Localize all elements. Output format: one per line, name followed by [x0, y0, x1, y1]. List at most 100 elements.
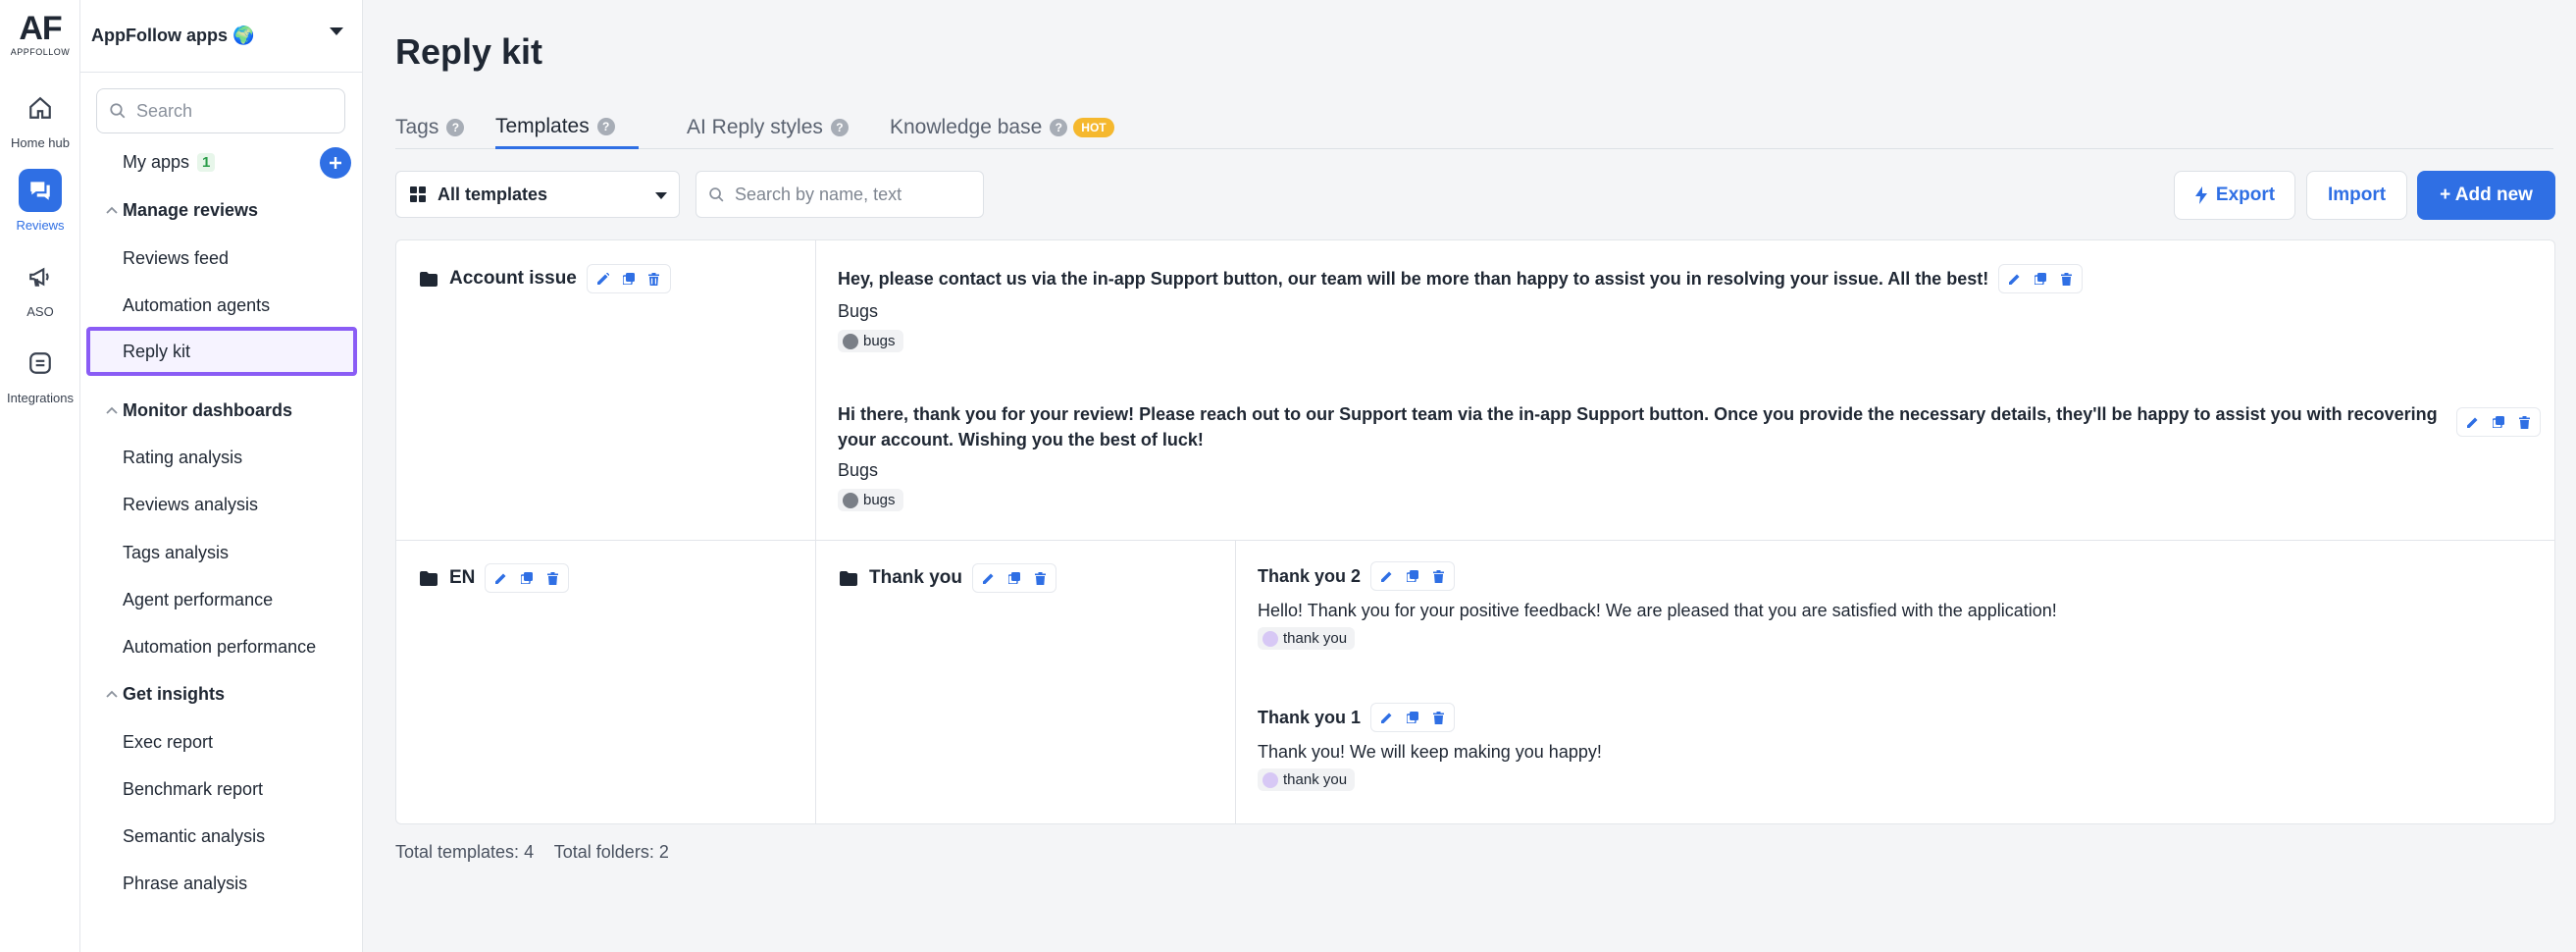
reviews-icon: [19, 169, 62, 212]
sidebar-item-reply-kit[interactable]: Reply kit: [86, 327, 357, 376]
home-icon: [19, 86, 62, 130]
sidebar-search[interactable]: [96, 88, 345, 133]
lightning-icon: [2194, 186, 2207, 204]
tag-label: bugs: [863, 492, 896, 508]
help-icon[interactable]: ?: [1050, 119, 1068, 136]
page-title: Reply kit: [395, 31, 543, 72]
copy-icon[interactable]: [1403, 708, 1422, 727]
rail-item-home-hub[interactable]: Home hub: [0, 86, 80, 150]
template-search-input[interactable]: [735, 184, 970, 205]
rail-item-aso[interactable]: ASO: [0, 255, 80, 319]
edit-icon[interactable]: [2463, 412, 2483, 432]
export-button[interactable]: Export: [2174, 171, 2295, 220]
tag-chip: bugs: [838, 330, 903, 352]
trash-icon[interactable]: [1030, 568, 1050, 588]
hot-badge: HOT: [1073, 118, 1114, 137]
edit-icon[interactable]: [491, 568, 511, 588]
edit-icon[interactable]: [1377, 566, 1397, 586]
sidebar-search-input[interactable]: [136, 100, 323, 122]
edit-icon[interactable]: [593, 269, 613, 289]
sidebar-item-exec-report[interactable]: Exec report: [100, 722, 345, 762]
sidebar-item-rating-analysis[interactable]: Rating analysis: [100, 438, 345, 477]
sidebar-item-phrase-analysis[interactable]: Phrase analysis: [100, 864, 345, 903]
appfollow-logo[interactable]: AF APPFOLLOW: [0, 12, 80, 57]
sidebar-item-label: My apps: [123, 151, 190, 172]
template-item[interactable]: Hey, please contact us via the in-app Su…: [838, 264, 2505, 354]
sidebar-item-label: Phrase analysis: [123, 873, 248, 893]
trash-icon[interactable]: [1428, 566, 1448, 586]
trash-icon[interactable]: [2514, 412, 2534, 432]
sidebar-item-reviews-analysis[interactable]: Reviews analysis: [100, 485, 345, 524]
tab-label: Templates: [495, 114, 590, 137]
row-divider: [396, 540, 2554, 541]
sidebar-item-automation-agents[interactable]: Automation agents: [100, 286, 345, 325]
folder-thank-you[interactable]: Thank you: [840, 563, 1057, 593]
caret-down-icon: [330, 27, 343, 35]
rail-item-reviews[interactable]: Reviews: [0, 169, 80, 233]
tag-label: bugs: [863, 333, 896, 349]
template-actions: [1370, 561, 1456, 591]
help-icon[interactable]: ?: [596, 117, 615, 135]
template-title: Thank you 1: [1258, 708, 1362, 727]
sidebar-item-label: Benchmark report: [123, 778, 264, 799]
tag-chip: bugs: [838, 489, 903, 511]
copy-icon[interactable]: [1005, 568, 1024, 588]
template-search[interactable]: [696, 171, 984, 218]
templates-table: Account issue Hey, please contact us via…: [395, 239, 2555, 824]
trash-icon[interactable]: [2056, 269, 2076, 289]
tab-knowledge-base[interactable]: Knowledge base ? HOT: [890, 106, 1114, 149]
sidebar-item-my-apps[interactable]: My apps 1: [100, 142, 345, 182]
section-get-insights[interactable]: Get insights: [100, 674, 345, 714]
sidebar-item-reviews-feed[interactable]: Reviews feed: [100, 238, 345, 278]
tag-label: thank you: [1283, 771, 1348, 788]
add-new-button[interactable]: + Add new: [2417, 171, 2555, 220]
sidebar-item-tags-analysis[interactable]: Tags analysis: [100, 533, 345, 572]
sidebar-item-semantic-analysis[interactable]: Semantic analysis: [100, 817, 345, 856]
copy-icon[interactable]: [2031, 269, 2050, 289]
template-item[interactable]: Thank you 1 Thank you! We will keep maki…: [1258, 703, 2513, 793]
template-filter-select[interactable]: All templates: [395, 171, 680, 218]
template-item[interactable]: Hi there, thank you for your review! Ple…: [838, 401, 2447, 513]
rail-item-integrations[interactable]: Integrations: [0, 342, 80, 405]
account-switcher[interactable]: AppFollow apps 🌍: [80, 0, 363, 73]
help-icon[interactable]: ?: [830, 119, 849, 136]
sidebar-item-automation-performance[interactable]: Automation performance: [100, 627, 345, 666]
template-actions: [1998, 264, 2084, 293]
tag-chip: thank you: [1258, 768, 1356, 791]
edit-icon[interactable]: [1377, 708, 1397, 727]
folder-en[interactable]: EN: [420, 563, 570, 593]
section-monitor-dashboards[interactable]: Monitor dashboards: [100, 391, 345, 430]
copy-icon[interactable]: [517, 568, 537, 588]
template-title: Thank you 2: [1258, 566, 1362, 586]
edit-icon[interactable]: [2005, 269, 2025, 289]
grid-icon: [410, 186, 426, 202]
template-item[interactable]: Thank you 2 Hello! Thank you for your po…: [1258, 561, 2513, 652]
tab-ai-reply-styles[interactable]: AI Reply styles ?: [687, 106, 849, 149]
sidebar-item-label: Automation performance: [123, 636, 317, 657]
sidebar-item-label: Semantic analysis: [123, 825, 266, 846]
tab-templates[interactable]: Templates ?: [495, 106, 639, 149]
copy-icon[interactable]: [1403, 566, 1422, 586]
tab-tags[interactable]: Tags ?: [395, 106, 465, 149]
section-title: Manage reviews: [123, 199, 259, 220]
sidebar-item-agent-performance[interactable]: Agent performance: [100, 580, 345, 619]
edit-icon[interactable]: [979, 568, 999, 588]
tab-label: Knowledge base: [890, 116, 1043, 138]
section-manage-reviews[interactable]: Manage reviews: [100, 190, 345, 230]
copy-icon[interactable]: [2489, 412, 2508, 432]
trash-icon[interactable]: [644, 269, 664, 289]
copy-icon[interactable]: [619, 269, 639, 289]
sidebar-item-label: Agent performance: [123, 589, 274, 609]
folder-actions: [586, 264, 671, 293]
trash-icon[interactable]: [1428, 708, 1448, 727]
sidebar-item-benchmark-report[interactable]: Benchmark report: [100, 769, 345, 809]
folder-account-issue[interactable]: Account issue: [420, 264, 671, 293]
add-app-button[interactable]: [320, 147, 351, 179]
main-content: Reply kit Tags ? Templates ? AI Reply st…: [363, 0, 2576, 952]
help-icon[interactable]: ?: [446, 119, 465, 136]
import-button[interactable]: Import: [2306, 171, 2407, 220]
tag-color-dot: [843, 333, 858, 349]
rail-label: Home hub: [11, 135, 70, 150]
trash-icon[interactable]: [542, 568, 562, 588]
tag-color-dot: [843, 492, 858, 508]
